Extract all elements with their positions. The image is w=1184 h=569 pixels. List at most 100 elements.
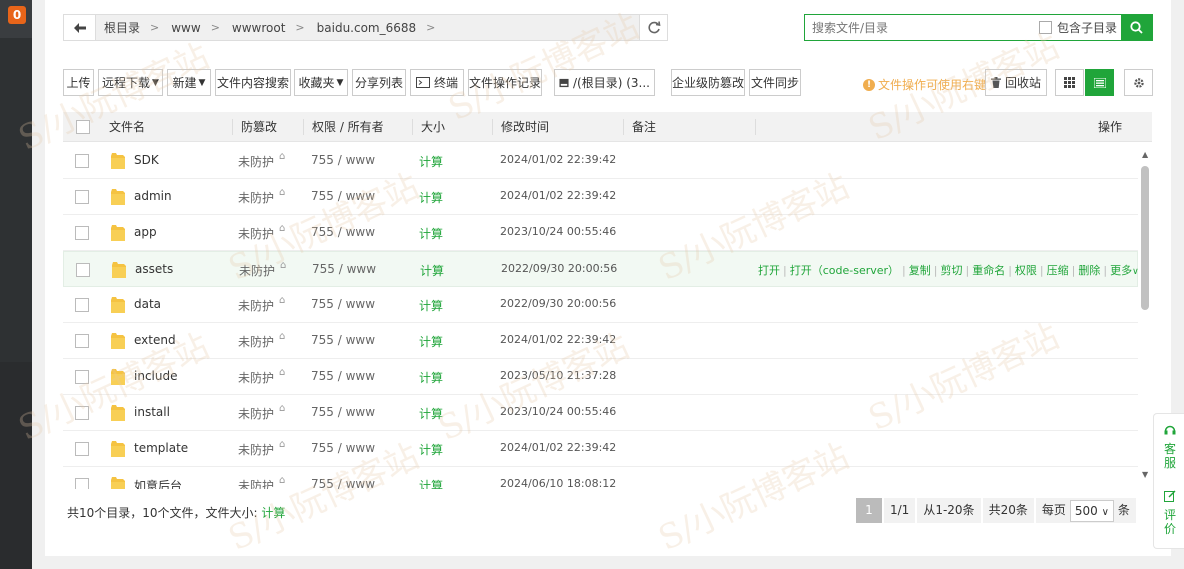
- permission[interactable]: 755 / www: [311, 333, 375, 347]
- tamper-button[interactable]: 企业级防篡改: [671, 69, 745, 96]
- tamper-status[interactable]: 未防护: [238, 189, 274, 206]
- row-checkbox[interactable]: [75, 298, 89, 312]
- column-tamper[interactable]: 防篡改: [241, 112, 277, 142]
- tamper-status[interactable]: 未防护: [238, 333, 274, 350]
- table-row[interactable]: include 未防护 ⌂ 755 / www 计算 2023/05/10 21…: [63, 359, 1138, 395]
- breadcrumb-site[interactable]: baidu.com_6688 >: [317, 21, 448, 35]
- recycle-bin-button[interactable]: 回收站: [985, 69, 1047, 96]
- include-subdir-checkbox[interactable]: [1038, 21, 1052, 34]
- row-checkbox[interactable]: [76, 263, 90, 277]
- size-calc-link[interactable]: 计算: [419, 405, 443, 422]
- breadcrumb-wwwroot[interactable]: wwwroot >: [232, 21, 317, 35]
- new-button[interactable]: 新建 ▼: [167, 69, 211, 96]
- scroll-up-icon[interactable]: ▲: [1142, 150, 1148, 159]
- table-row[interactable]: install 未防护 ⌂ 755 / www 计算 2023/10/24 00…: [63, 395, 1138, 431]
- size-calc-link[interactable]: 计算: [419, 369, 443, 386]
- lock-icon[interactable]: ⌂: [279, 151, 285, 162]
- permission[interactable]: 755 / www: [312, 262, 376, 276]
- scrollbar-thumb[interactable]: [1141, 166, 1149, 310]
- permission[interactable]: 755 / www: [311, 153, 375, 167]
- table-row[interactable]: SDK 未防护 ⌂ 755 / www 计算 2024/01/02 22:39:…: [63, 143, 1138, 179]
- permission[interactable]: 755 / www: [311, 405, 375, 419]
- back-button[interactable]: [64, 15, 96, 40]
- current-page[interactable]: 1: [856, 498, 882, 523]
- row-checkbox[interactable]: [75, 154, 89, 168]
- size-calc-link[interactable]: 计算: [419, 225, 443, 242]
- compress-action[interactable]: 压缩: [1047, 264, 1069, 277]
- file-name[interactable]: data: [134, 297, 161, 311]
- table-row[interactable]: app 未防护 ⌂ 755 / www 计算 2023/10/24 00:55:…: [63, 215, 1138, 251]
- rename-action[interactable]: 重命名: [972, 264, 1005, 277]
- file-sync-button[interactable]: 文件同步: [749, 69, 801, 96]
- more-action[interactable]: 更多: [1110, 264, 1132, 277]
- table-row[interactable]: admin 未防护 ⌂ 755 / www 计算 2024/01/02 22:3…: [63, 179, 1138, 215]
- breadcrumb-root[interactable]: 根目录 >: [104, 19, 171, 36]
- column-perm[interactable]: 权限 / 所有者: [312, 112, 384, 142]
- lock-icon[interactable]: ⌂: [279, 295, 285, 306]
- copy-action[interactable]: 复制: [909, 264, 931, 277]
- review-button[interactable]: 评价: [1162, 490, 1178, 536]
- file-name[interactable]: app: [134, 225, 157, 239]
- remote-download-button[interactable]: 远程下载 ▼: [98, 69, 163, 96]
- lock-icon[interactable]: ⌂: [279, 403, 285, 414]
- file-name[interactable]: assets: [135, 262, 173, 276]
- row-checkbox[interactable]: [75, 190, 89, 204]
- size-calc-link[interactable]: 计算: [419, 189, 443, 206]
- size-calc-link[interactable]: 计算: [419, 153, 443, 170]
- row-checkbox[interactable]: [75, 406, 89, 420]
- table-row[interactable]: 如意后台 未防护 ⌂ 755 / www 计算 2024/06/10 18:08…: [63, 467, 1138, 489]
- lock-icon[interactable]: ⌂: [279, 367, 285, 378]
- row-checkbox[interactable]: [75, 478, 89, 489]
- row-checkbox[interactable]: [75, 370, 89, 384]
- lock-icon[interactable]: ⌂: [279, 475, 285, 486]
- content-search-button[interactable]: 文件内容搜索: [215, 69, 291, 96]
- permission[interactable]: 755 / www: [311, 297, 375, 311]
- file-name[interactable]: template: [134, 441, 188, 455]
- breadcrumb-www[interactable]: www >: [171, 21, 232, 35]
- tamper-status[interactable]: 未防护: [238, 153, 274, 170]
- size-calc-link[interactable]: 计算: [419, 441, 443, 458]
- permission[interactable]: 755 / www: [311, 189, 375, 203]
- tamper-status[interactable]: 未防护: [238, 369, 274, 386]
- size-calc-link[interactable]: 计算: [419, 333, 443, 350]
- op-log-button[interactable]: 文件操作记录: [468, 69, 542, 96]
- size-calc-link[interactable]: 计算: [419, 297, 443, 314]
- search-input[interactable]: [805, 15, 1039, 40]
- tamper-status[interactable]: 未防护: [238, 477, 274, 489]
- table-row[interactable]: data 未防护 ⌂ 755 / www 计算 2022/09/30 20:00…: [63, 287, 1138, 323]
- upload-button[interactable]: 上传: [63, 69, 94, 96]
- delete-action[interactable]: 删除: [1078, 264, 1100, 277]
- size-calc-link[interactable]: 计算: [419, 477, 443, 489]
- open-action[interactable]: 打开: [758, 264, 780, 277]
- scroll-down-icon[interactable]: ▼: [1142, 470, 1148, 479]
- favorites-button[interactable]: 收藏夹 ▼: [294, 69, 348, 96]
- table-row[interactable]: template 未防护 ⌂ 755 / www 计算 2024/01/02 2…: [63, 431, 1138, 467]
- permission[interactable]: 755 / www: [311, 441, 375, 455]
- per-page-select[interactable]: 500 ∨: [1069, 499, 1114, 522]
- lock-icon[interactable]: ⌂: [279, 223, 285, 234]
- tamper-status[interactable]: 未防护: [238, 225, 274, 242]
- customer-service-button[interactable]: 客服: [1162, 424, 1178, 470]
- permission[interactable]: 755 / www: [311, 369, 375, 383]
- settings-button[interactable]: [1124, 69, 1153, 96]
- lock-icon[interactable]: ⌂: [280, 260, 286, 271]
- tamper-status[interactable]: 未防护: [238, 297, 274, 314]
- file-name[interactable]: admin: [134, 189, 172, 203]
- search-button[interactable]: [1121, 15, 1152, 40]
- total-size-calc-link[interactable]: 计算: [261, 506, 285, 520]
- column-size[interactable]: 大小: [421, 112, 445, 142]
- file-name[interactable]: install: [134, 405, 170, 419]
- select-all-checkbox[interactable]: [76, 120, 90, 134]
- include-subdir-toggle[interactable]: 包含子目录: [1038, 15, 1121, 40]
- file-name[interactable]: 如意后台: [134, 477, 182, 489]
- notification-badge[interactable]: 0: [8, 6, 26, 24]
- lock-icon[interactable]: ⌂: [279, 187, 285, 198]
- file-name[interactable]: extend: [134, 333, 176, 347]
- row-checkbox[interactable]: [75, 226, 89, 240]
- lock-icon[interactable]: ⌂: [279, 439, 285, 450]
- tamper-status[interactable]: 未防护: [238, 441, 274, 458]
- file-name[interactable]: include: [134, 369, 177, 383]
- disk-button[interactable]: /(根目录) (3...: [554, 69, 655, 96]
- table-row[interactable]: assets 未防护 ⌂ 755 / www 计算 2022/09/30 20:…: [63, 251, 1138, 287]
- cut-action[interactable]: 剪切: [940, 264, 962, 277]
